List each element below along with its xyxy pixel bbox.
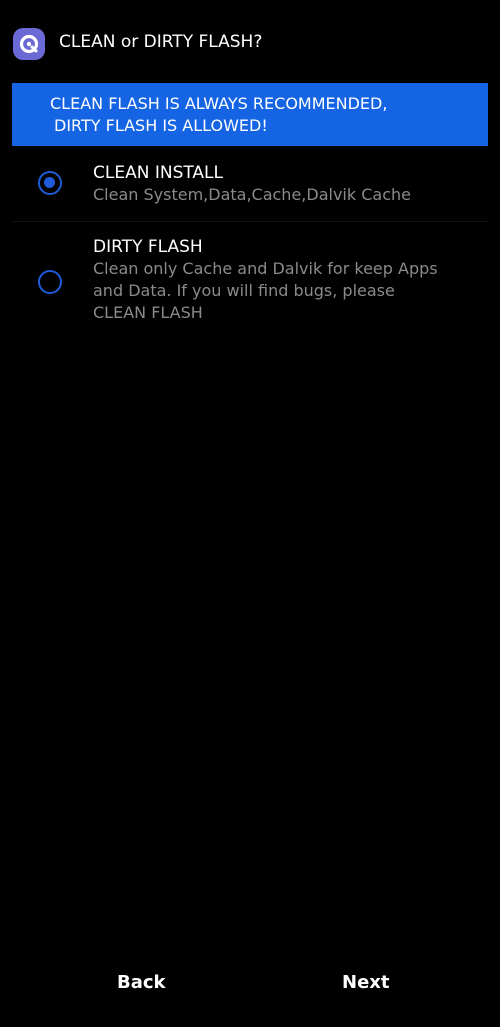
option-dirty-flash[interactable]: DIRTY FLASH Clean only Cache and Dalvik … <box>12 230 488 330</box>
option-clean-install[interactable]: CLEAN INSTALL Clean System,Data,Cache,Da… <box>12 156 488 222</box>
option-description-line: CLEAN FLASH <box>93 303 203 322</box>
banner-line-2: DIRTY FLASH IS ALLOWED! <box>54 116 268 135</box>
option-title: DIRTY FLASH <box>93 237 203 257</box>
page-title: CLEAN or DIRTY FLASH? <box>59 32 263 52</box>
option-description-line: Clean System,Data,Cache,Dalvik Cache <box>93 185 411 204</box>
option-description: Clean only Cache and Dalvik for keep App… <box>93 258 483 324</box>
banner-line-1: CLEAN FLASH IS ALWAYS RECOMMENDED, <box>50 94 388 113</box>
radio-button-checked[interactable] <box>38 171 62 195</box>
option-title: CLEAN INSTALL <box>93 163 223 183</box>
radio-selected-dot <box>44 177 55 188</box>
next-button[interactable]: Next <box>342 970 390 996</box>
option-description-line: and Data. If you will find bugs, please <box>93 281 395 300</box>
radio-button-unchecked[interactable] <box>38 270 62 294</box>
back-button[interactable]: Back <box>117 970 166 996</box>
footer-nav: Back Next <box>0 960 500 1008</box>
info-banner: CLEAN FLASH IS ALWAYS RECOMMENDED, DIRTY… <box>12 83 488 146</box>
option-description: Clean System,Data,Cache,Dalvik Cache <box>93 184 483 206</box>
app-logo-icon <box>13 28 45 60</box>
option-description-line: Clean only Cache and Dalvik for keep App… <box>93 259 438 278</box>
header-bar: CLEAN or DIRTY FLASH? <box>0 0 500 84</box>
